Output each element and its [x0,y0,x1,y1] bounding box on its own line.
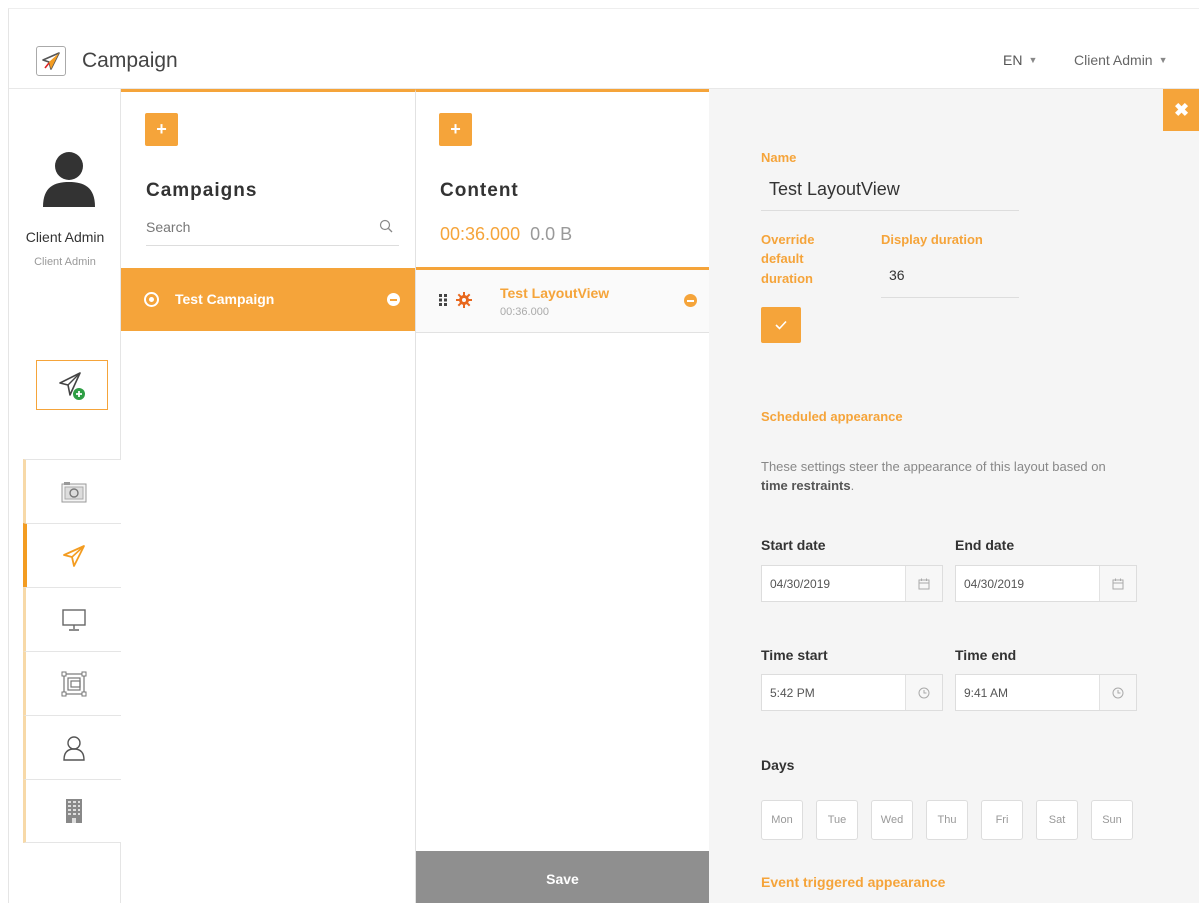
end-date-value: 04/30/2019 [964,577,1025,591]
search-box [146,212,399,246]
time-start-label: Time start [761,647,828,663]
description-end: . [850,478,855,493]
user-name: Client Admin [25,229,105,245]
end-date-field[interactable]: 04/30/2019 [955,565,1137,602]
name-field[interactable]: Test LayoutView [761,175,1019,211]
close-icon: ✖ [1173,99,1190,120]
save-button[interactable]: Save [416,851,709,903]
campaigns-column: + Campaigns Test Campaign [121,89,416,903]
override-label-line-3: duration [761,271,813,286]
day-toggle-fri[interactable]: Fri [981,800,1023,840]
total-duration: 00:36.000 [440,224,521,244]
sidebar-item-campaigns[interactable] [23,523,121,587]
close-panel-button[interactable]: ✖ [1163,89,1199,131]
content-list-item[interactable]: Test LayoutView 00:36.000 [416,270,709,333]
left-sidebar: Client Admin Client Admin [9,89,121,903]
drag-handle-icon[interactable] [439,294,447,306]
plus-icon: + [156,119,167,139]
event-triggered-heading: Event triggered appearance [761,874,946,890]
clock-icon[interactable] [905,675,942,710]
time-end-field[interactable]: 9:41 AM [955,674,1137,711]
language-label: EN [1003,52,1023,68]
campaigns-title: Campaigns [146,180,258,201]
start-date-field[interactable]: 04/30/2019 [761,565,943,602]
sidebar-item-layouts[interactable] [23,651,121,715]
time-end-value: 9:41 AM [964,686,1009,700]
time-start-value: 5:42 PM [770,686,815,700]
camera-icon [61,481,86,502]
time-start-field[interactable]: 5:42 PM [761,674,943,711]
building-icon [65,799,82,823]
day-toggle-mon[interactable]: Mon [761,800,803,840]
search-icon[interactable] [379,219,393,233]
sidebar-nav [23,459,121,843]
clock-icon[interactable] [1099,675,1136,710]
name-label: Name [761,150,797,165]
campaign-plane-icon [63,544,85,567]
override-label-line-2: default [761,251,804,266]
time-end-label: Time end [955,647,1017,663]
chevron-down-icon: ▼ [1028,55,1038,65]
checkmark-icon [775,320,787,330]
scheduled-description: These settings steer the appearance of t… [761,457,1131,495]
app-logo-icon[interactable] [36,46,66,76]
monitor-icon [61,608,86,631]
day-toggle-wed[interactable]: Wed [871,800,913,840]
top-header: Campaign EN ▼ Client Admin ▼ [9,9,1199,89]
sidebar-item-organization[interactable] [23,779,121,843]
user-menu-label: Client Admin [1074,52,1153,68]
sidebar-item-users[interactable] [23,715,121,779]
content-title: Content [440,180,519,201]
plane-add-icon [59,372,85,400]
description-text: These settings steer the appearance of t… [761,459,1106,474]
layout-icon [61,671,86,696]
chevron-down-icon: ▼ [1158,55,1168,65]
language-dropdown[interactable]: EN ▼ [1003,52,1037,68]
add-content-button[interactable]: + [439,113,472,146]
remove-campaign-icon[interactable] [387,293,400,306]
app-frame: Campaign EN ▼ Client Admin ▼ Client Admin … [8,8,1199,903]
new-campaign-button[interactable] [36,360,108,410]
content-column: + Content 00:36.000 0.0 B Test LayoutView [416,89,709,903]
day-toggle-tue[interactable]: Tue [816,800,858,840]
start-date-value: 04/30/2019 [770,577,831,591]
campaign-list-item[interactable]: Test Campaign [121,268,415,331]
remove-content-icon[interactable] [684,294,697,307]
app-title: Campaign [82,49,178,72]
content-item-duration: 00:36.000 [500,306,549,318]
properties-panel: ✖ Name Test LayoutView Override default … [709,89,1199,903]
user-icon [62,735,85,761]
sidebar-item-displays[interactable] [23,587,121,651]
plus-icon: + [450,119,461,139]
scheduled-appearance-heading: Scheduled appearance [761,409,903,424]
search-input[interactable] [146,212,366,242]
gear-icon[interactable] [456,292,472,308]
description-bold: time restraints [761,478,851,493]
content-stats: 00:36.000 0.0 B [440,224,572,245]
calendar-icon[interactable] [1099,566,1136,601]
avatar[interactable] [39,147,99,207]
end-date-label: End date [955,537,1015,553]
campaign-radio-icon [144,292,159,307]
display-duration-label: Display duration [881,232,983,247]
override-label-line-1: Override [761,232,815,247]
content-item-title: Test LayoutView [500,285,610,301]
day-toggle-sat[interactable]: Sat [1036,800,1078,840]
days-label: Days [761,757,795,773]
start-date-label: Start date [761,537,826,553]
calendar-icon[interactable] [905,566,942,601]
user-role: Client Admin [34,256,96,268]
sidebar-item-media[interactable] [23,459,121,523]
day-toggle-thu[interactable]: Thu [926,800,968,840]
total-size: 0.0 B [530,224,573,244]
add-campaign-button[interactable]: + [145,113,178,146]
user-dropdown[interactable]: Client Admin ▼ [1074,52,1168,68]
override-duration-checkbox[interactable] [761,307,801,343]
campaign-label: Test Campaign [175,291,275,307]
day-toggle-sun[interactable]: Sun [1091,800,1133,840]
display-duration-field[interactable]: 36 [881,264,1019,298]
